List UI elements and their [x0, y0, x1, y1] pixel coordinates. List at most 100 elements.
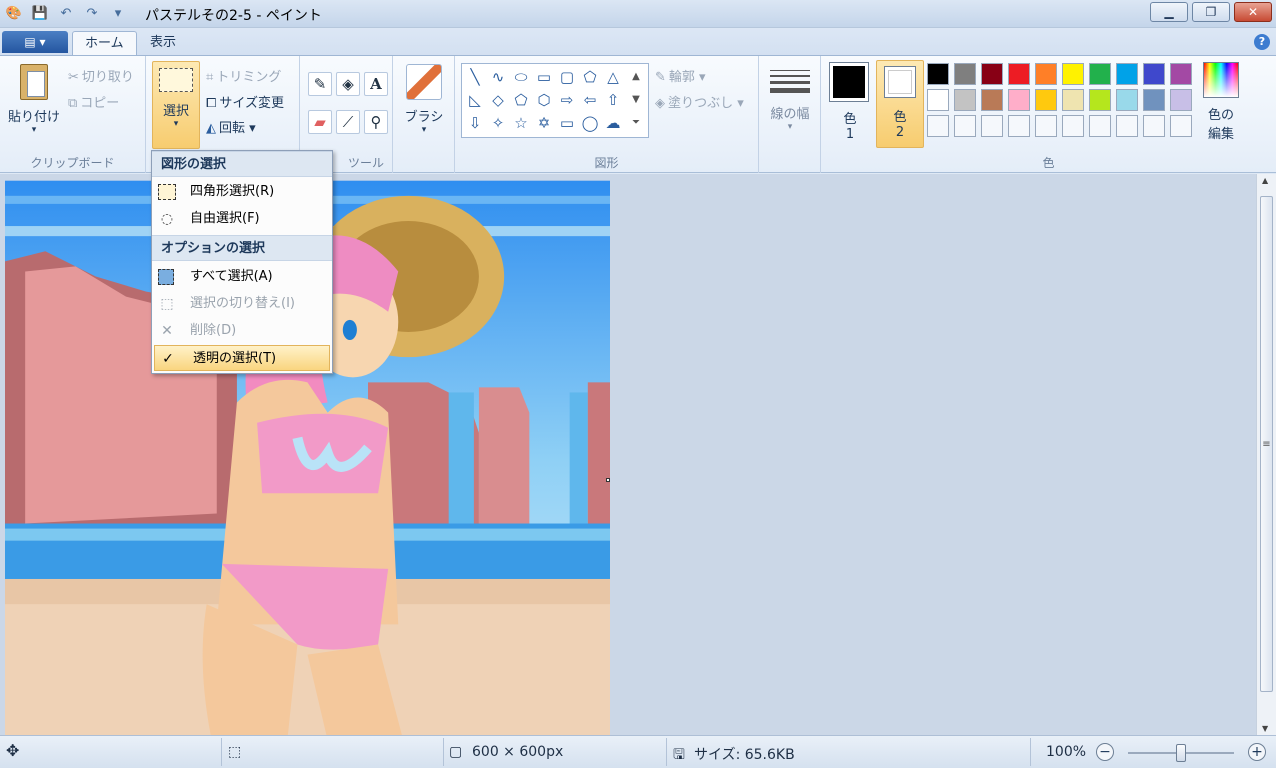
five-star-shape-icon[interactable]: ☆	[510, 112, 532, 134]
hexagon-shape-icon[interactable]: ⬡	[533, 89, 555, 111]
custom-color-slot[interactable]	[1170, 115, 1192, 137]
file-menu-button[interactable]: ▤ ▾	[2, 31, 68, 53]
canvas-resize-handle[interactable]	[606, 478, 610, 482]
close-button[interactable]: ✕	[1234, 2, 1272, 22]
oval-callout-shape-icon[interactable]: ◯	[579, 112, 601, 134]
custom-color-slot[interactable]	[1116, 115, 1138, 137]
line-shape-icon[interactable]: ╲	[464, 66, 486, 88]
diamond-shape-icon[interactable]: ◇	[487, 89, 509, 111]
custom-color-slot[interactable]	[1062, 115, 1084, 137]
palette-swatch[interactable]	[981, 89, 1003, 111]
cloud-callout-shape-icon[interactable]: ☁	[602, 112, 624, 134]
menu-item-delete[interactable]: ✕ 削除(D)	[152, 318, 332, 344]
palette-swatch[interactable]	[1143, 63, 1165, 85]
scroll-thumb[interactable]: ≡	[1260, 196, 1273, 692]
right-triangle-shape-icon[interactable]: ◺	[464, 89, 486, 111]
custom-color-slot[interactable]	[927, 115, 949, 137]
fill-bucket-icon[interactable]: ◈	[336, 72, 360, 96]
paste-button[interactable]: 貼り付け ▾	[6, 64, 62, 135]
palette-swatch[interactable]	[1170, 89, 1192, 111]
palette-swatch[interactable]	[1116, 63, 1138, 85]
palette-swatch[interactable]	[1035, 63, 1057, 85]
shapes-scroll-up-icon[interactable]: ▲	[626, 66, 646, 88]
color2-button[interactable]: 色 2	[876, 60, 924, 148]
palette-swatch[interactable]	[927, 89, 949, 111]
oval-shape-icon[interactable]: ⬭	[510, 66, 532, 88]
palette-swatch[interactable]	[1062, 63, 1084, 85]
tab-home[interactable]: ホーム	[72, 31, 137, 56]
menu-item-rect-select[interactable]: 四角形選択(R)	[152, 179, 332, 205]
customize-icon[interactable]: ▾	[108, 4, 128, 24]
palette-swatch[interactable]	[1035, 89, 1057, 111]
palette-swatch[interactable]	[954, 63, 976, 85]
triangle-shape-icon[interactable]: △	[602, 66, 624, 88]
rotate-button[interactable]: ◭ 回転 ▾	[206, 117, 256, 136]
text-tool-icon[interactable]: A	[364, 72, 388, 96]
zoom-out-button[interactable]: −	[1096, 743, 1114, 761]
four-star-shape-icon[interactable]: ✧	[487, 112, 509, 134]
curve-shape-icon[interactable]: ∿	[487, 66, 509, 88]
custom-color-slot[interactable]	[1143, 115, 1165, 137]
palette-swatch[interactable]	[1116, 89, 1138, 111]
edit-colors-button[interactable]: 色の 編集	[1199, 62, 1243, 142]
palette-swatch[interactable]	[1170, 63, 1192, 85]
copy-button[interactable]: ⧉ コピー	[68, 92, 119, 111]
color-picker-icon[interactable]: ⟋	[336, 110, 360, 134]
menu-item-select-all[interactable]: すべて選択(A)	[152, 264, 332, 290]
eraser-icon[interactable]: ▰	[308, 110, 332, 134]
resize-button[interactable]: ⧠ サイズ変更	[206, 92, 284, 111]
palette-swatch[interactable]	[1008, 89, 1030, 111]
brush-button[interactable]: ブラシ ▾	[401, 64, 447, 135]
palette-swatch[interactable]	[1089, 89, 1111, 111]
tab-view[interactable]: 表示	[138, 31, 188, 56]
line-width-button[interactable]: 線の幅 ▾	[765, 66, 815, 132]
custom-color-slot[interactable]	[1035, 115, 1057, 137]
outline-button[interactable]: ✎ 輪郭 ▾	[655, 66, 706, 85]
paint-app-icon[interactable]: 🎨	[4, 4, 24, 24]
shapes-more-icon[interactable]: ⏷	[626, 112, 646, 134]
pentagon-shape-icon[interactable]: ⬠	[510, 89, 532, 111]
vertical-scrollbar[interactable]: ▲ ≡ ▼	[1256, 174, 1276, 735]
custom-color-slot[interactable]	[1008, 115, 1030, 137]
zoom-in-button[interactable]: +	[1248, 743, 1266, 761]
save-icon[interactable]: 💾	[30, 4, 50, 24]
help-icon[interactable]: ?	[1254, 34, 1270, 50]
down-arrow-shape-icon[interactable]: ⇩	[464, 112, 486, 134]
rounded-rect-shape-icon[interactable]: ▢	[556, 66, 578, 88]
menu-item-free-select[interactable]: ◌ 自由選択(F)	[152, 206, 332, 232]
polygon-shape-icon[interactable]: ⬠	[579, 66, 601, 88]
left-arrow-shape-icon[interactable]: ⇦	[579, 89, 601, 111]
pencil-icon[interactable]: ✎	[308, 72, 332, 96]
scroll-down-icon[interactable]: ▼	[1262, 724, 1268, 733]
magnifier-icon[interactable]: ⚲	[364, 110, 388, 134]
rectangle-shape-icon[interactable]: ▭	[533, 66, 555, 88]
zoom-slider-thumb[interactable]	[1176, 744, 1186, 762]
select-button[interactable]: 選択 ▾	[152, 61, 200, 149]
palette-swatch[interactable]	[1062, 89, 1084, 111]
custom-color-slot[interactable]	[981, 115, 1003, 137]
menu-item-transparent-selection[interactable]: ✓ 透明の選択(T)	[154, 345, 330, 371]
minimize-button[interactable]: ▁	[1150, 2, 1188, 22]
six-star-shape-icon[interactable]: ✡	[533, 112, 555, 134]
shapes-scroll-down-icon[interactable]: ▼	[626, 89, 646, 111]
redo-icon[interactable]: ↷	[82, 4, 102, 24]
menu-item-invert-selection[interactable]: ⬚ 選択の切り替え(I)	[152, 291, 332, 317]
up-arrow-shape-icon[interactable]: ⇧	[602, 89, 624, 111]
palette-swatch[interactable]	[1008, 63, 1030, 85]
cut-button[interactable]: ✂ 切り取り	[68, 66, 134, 85]
custom-color-slot[interactable]	[1089, 115, 1111, 137]
undo-icon[interactable]: ↶	[56, 4, 76, 24]
palette-swatch[interactable]	[927, 63, 949, 85]
fill-button[interactable]: ◈ 塗りつぶし ▾	[655, 92, 744, 111]
maximize-button[interactable]: ❐	[1192, 2, 1230, 22]
right-arrow-shape-icon[interactable]: ⇨	[556, 89, 578, 111]
palette-swatch[interactable]	[981, 63, 1003, 85]
palette-swatch[interactable]	[954, 89, 976, 111]
palette-swatch[interactable]	[1089, 63, 1111, 85]
crop-button[interactable]: ⌗ トリミング	[206, 66, 281, 85]
color1-button[interactable]: 色 1	[829, 62, 871, 142]
rect-callout-shape-icon[interactable]: ▭	[556, 112, 578, 134]
scroll-up-icon[interactable]: ▲	[1262, 176, 1268, 185]
custom-color-slot[interactable]	[954, 115, 976, 137]
zoom-slider[interactable]	[1128, 744, 1234, 762]
